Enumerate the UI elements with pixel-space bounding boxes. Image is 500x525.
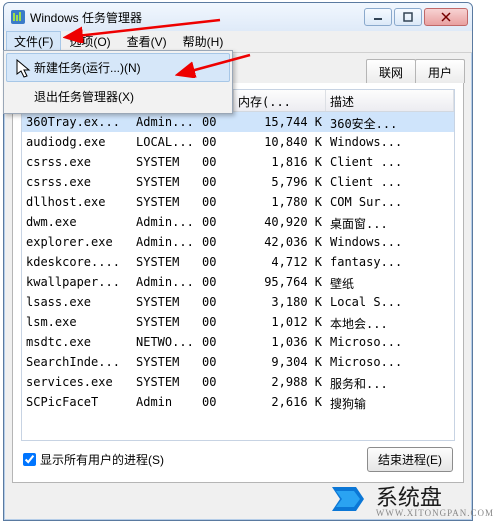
cursor-icon [16,59,34,81]
watermark: 系统盘 WWW.XITONGPAN.COM [326,477,494,521]
watermark-icon [326,477,370,521]
annotation-arrows [0,0,500,525]
watermark-subtext: WWW.XITONGPAN.COM [376,508,494,518]
watermark-text: 系统盘 [376,485,442,510]
